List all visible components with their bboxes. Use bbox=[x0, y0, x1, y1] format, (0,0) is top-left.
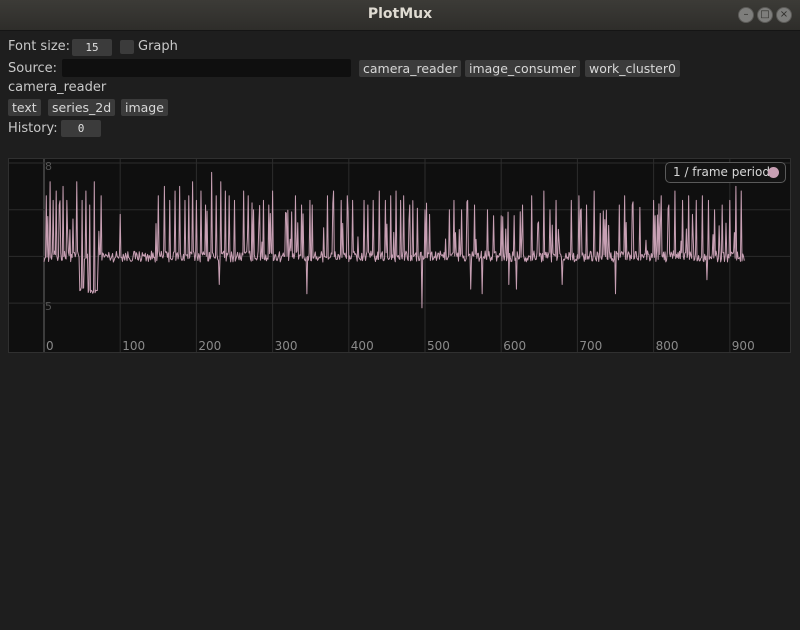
history-label: History: bbox=[8, 121, 58, 136]
source-label: Source: bbox=[8, 61, 58, 76]
x-tick-label: 200 bbox=[198, 339, 221, 352]
series-group bbox=[43, 171, 745, 309]
x-tick-label: 600 bbox=[503, 339, 526, 352]
history-input[interactable]: 0 bbox=[61, 120, 101, 137]
font-size-label: Font size: bbox=[8, 39, 71, 54]
source-button-image-consumer[interactable]: image_consumer bbox=[465, 60, 581, 77]
legend-color-swatch bbox=[768, 167, 779, 178]
selected-source-label: camera_reader bbox=[8, 80, 107, 95]
x-tick-label: 100 bbox=[122, 339, 145, 352]
plot-area[interactable]: 8 5 0 100 200 300 400 500 600 700 800 900 bbox=[8, 158, 791, 353]
close-button[interactable]: × bbox=[776, 7, 792, 23]
graph-checkbox[interactable] bbox=[120, 40, 134, 54]
type-button-text[interactable]: text bbox=[8, 99, 41, 116]
x-tick-label: 300 bbox=[275, 339, 298, 352]
y-tick-label: 8 bbox=[45, 160, 52, 173]
series-line-frame-period bbox=[43, 171, 745, 309]
font-size-input[interactable]: 15 bbox=[72, 39, 112, 56]
x-tick-label: 700 bbox=[579, 339, 602, 352]
title-bar[interactable]: PlotMux – □ × bbox=[0, 0, 800, 31]
x-tick-label: 500 bbox=[427, 339, 450, 352]
x-tick-label: 0 bbox=[46, 339, 54, 352]
minimize-button[interactable]: – bbox=[738, 7, 754, 23]
x-tick-label: 800 bbox=[656, 339, 679, 352]
line-chart: 8 5 0 100 200 300 400 500 600 700 800 900 bbox=[9, 159, 790, 352]
source-button-camera-reader[interactable]: camera_reader bbox=[359, 60, 462, 77]
x-tick-label: 400 bbox=[351, 339, 374, 352]
legend-label: 1 / frame period bbox=[673, 165, 770, 179]
type-button-image[interactable]: image bbox=[121, 99, 168, 116]
app-window: PlotMux – □ × Font size: 15 Graph Source… bbox=[0, 0, 800, 630]
source-button-work-cluster0[interactable]: work_cluster0 bbox=[585, 60, 680, 77]
y-tick-label: 5 bbox=[45, 300, 52, 313]
x-tick-label: 900 bbox=[732, 339, 755, 352]
maximize-button[interactable]: □ bbox=[757, 7, 773, 23]
graph-label: Graph bbox=[138, 39, 178, 54]
source-input[interactable] bbox=[62, 59, 351, 77]
legend[interactable]: 1 / frame period bbox=[665, 162, 786, 183]
window-title: PlotMux bbox=[367, 6, 433, 22]
x-tick-labels: 0 100 200 300 400 500 600 700 800 900 bbox=[46, 339, 755, 352]
type-button-series-2d[interactable]: series_2d bbox=[48, 99, 116, 116]
